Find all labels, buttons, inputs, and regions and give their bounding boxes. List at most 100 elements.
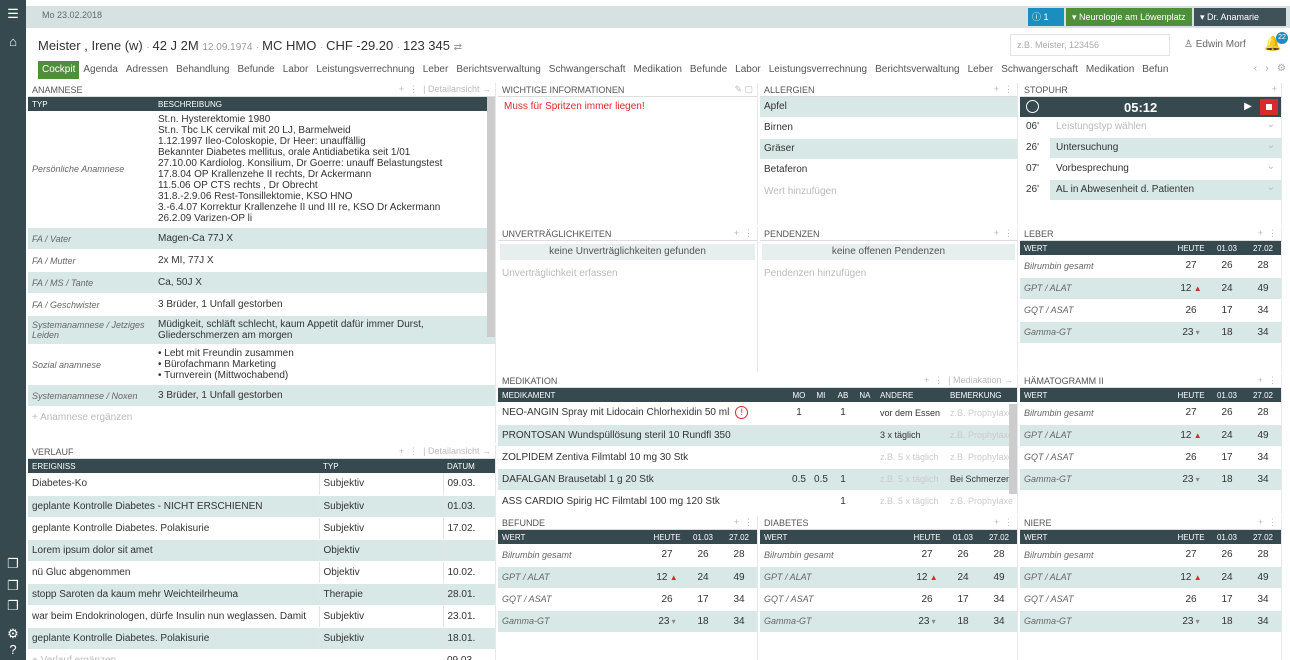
settings-icon[interactable]: ⚙ <box>5 626 21 642</box>
pendenzen-actions[interactable]: + ⋮ <box>994 228 1013 239</box>
anamnese-add[interactable]: + Anamnese ergänzen <box>28 407 495 428</box>
lab-row[interactable]: Gamma-GT 23 ▾ 18 34 <box>1020 610 1281 633</box>
verlauf-row[interactable]: war beim Endokrinologen, dürfe Insulin n… <box>28 605 495 628</box>
menu-icon[interactable]: ☰ <box>5 6 21 22</box>
window-2-icon[interactable]: ❐ <box>5 578 21 594</box>
verlauf-row[interactable]: geplante Kontrolle Diabetes. Polakisurie… <box>28 517 495 540</box>
pendenzen-add-input[interactable]: Pendenzen hinzufügen <box>760 263 1017 284</box>
lab-row[interactable]: GPT / ALAT 12 ▲ 24 49 <box>1020 277 1281 300</box>
allergy-item[interactable]: Betaferon <box>760 160 1017 181</box>
lab-row[interactable]: GQT / ASAT 26 17 34 <box>498 588 757 611</box>
stopwatch-row[interactable]: 26' AL in Abwesenheit d. Patienten <box>1020 180 1281 201</box>
lab-row[interactable]: GPT / ALAT 12 ▲ 24 49 <box>498 566 757 589</box>
allergy-item[interactable]: Birnen <box>760 118 1017 139</box>
window-1-icon[interactable]: ❐ <box>5 556 21 572</box>
medication-row[interactable]: PRONTOSAN Wundspüllösung steril 10 Rundf… <box>498 424 1017 447</box>
verlauf-detail-link[interactable]: Detailansicht <box>428 446 480 456</box>
lab-row[interactable]: Gamma-GT 23 ▾ 18 34 <box>498 610 757 633</box>
verlauf-row[interactable]: Lorem ipsum dolor sit amet Objektiv <box>28 539 495 562</box>
medikation-actions[interactable]: + ⋮ | Mediakation → <box>924 375 1013 386</box>
stopwatch-row[interactable]: 07' Vorbesprechung <box>1020 159 1281 180</box>
lab-row[interactable]: GQT / ASAT 26 17 34 <box>1020 299 1281 322</box>
patient-search-input[interactable]: z.B. Meister, 123456 <box>1010 34 1170 56</box>
tab-4[interactable]: Befunde <box>233 61 278 79</box>
diabetes-actions[interactable]: + ⋮ <box>994 517 1013 528</box>
window-3-icon[interactable]: ❐ <box>5 598 21 614</box>
tab-11[interactable]: Befunde <box>686 61 731 79</box>
tab-12[interactable]: Labor <box>731 61 765 79</box>
anamnese-scrollbar[interactable] <box>487 97 495 337</box>
lab-row[interactable]: GQT / ASAT 26 17 34 <box>760 588 1017 611</box>
anamnese-row[interactable]: Sozial anamnese • Lebt mit Freundin zusam… <box>28 344 495 385</box>
anamnese-row[interactable]: Systemanamnese / Noxen 3 Brüder, 1 Unfall… <box>28 384 495 407</box>
lab-row[interactable]: Gamma-GT 23 ▾ 18 34 <box>760 610 1017 633</box>
lab-row[interactable]: GPT / ALAT 12 ▲ 24 49 <box>760 566 1017 589</box>
lab-row[interactable]: Bilrumbin gesamt 27 26 28 <box>760 544 1017 567</box>
warning-icon[interactable]: ! <box>735 406 749 420</box>
stopuhr-add[interactable]: + <box>1272 84 1277 94</box>
help-icon[interactable]: ? <box>5 642 21 658</box>
tab-2[interactable]: Adressen <box>122 61 172 79</box>
allergy-item[interactable]: Apfel <box>760 97 1017 118</box>
stopwatch-type-select[interactable]: AL in Abwesenheit d. Patienten <box>1050 180 1281 200</box>
anamnese-row[interactable]: FA / Vater Magen-Ca 77J X <box>28 227 495 250</box>
home-icon[interactable]: ⌂ <box>5 34 21 50</box>
tab-13[interactable]: Leistungsverrechnung <box>765 61 871 79</box>
tab-7[interactable]: Leber <box>419 61 453 79</box>
edit-icon[interactable]: ✎ ▢ <box>734 84 753 95</box>
tab-17[interactable]: Medikation <box>1082 61 1138 79</box>
wichtig-text[interactable]: Muss für Spritzen immer liegen! <box>498 97 757 116</box>
medication-row[interactable]: DAFALGAN Brausetabl 1 g 20 Stk 0.5 0.5 1 z.B… <box>498 468 1017 491</box>
anamnese-row[interactable]: Systemanamnese / Jetziges Leiden Müdigkei… <box>28 315 495 345</box>
medikation-detail-link[interactable]: Mediakation <box>953 375 1002 385</box>
haema-actions[interactable]: + ⋮ <box>1258 375 1277 386</box>
lab-row[interactable]: Bilrumbin gesamt 27 26 28 <box>1020 402 1281 425</box>
verlauf-add-row[interactable]: + Verlauf ergänzen 09.03. <box>28 649 495 660</box>
play-icon[interactable]: ▶ <box>1239 99 1257 115</box>
tab-8[interactable]: Berichtsverwaltung <box>452 61 544 79</box>
stopwatch-row[interactable]: 06' Leistungstyp wählen <box>1020 117 1281 138</box>
tab-14[interactable]: Berichtsverwaltung <box>871 61 963 79</box>
unvertr-add-input[interactable]: Unverträglichkeit erfassen <box>498 263 757 284</box>
stopwatch-type-select[interactable]: Vorbesprechung <box>1050 159 1281 179</box>
verlauf-add[interactable]: + Verlauf ergänzen <box>28 649 319 660</box>
verlauf-actions[interactable]: + ⋮ | Detailansicht → <box>399 446 491 457</box>
lab-row[interactable]: Gamma-GT 23 ▾ 18 34 <box>1020 468 1281 491</box>
doctor-selector[interactable]: ▾ Dr. Anamarie Meier <box>1194 8 1286 40</box>
lab-row[interactable]: GPT / ALAT 12 ▲ 24 49 <box>1020 424 1281 447</box>
stopwatch-type-select[interactable]: Leistungstyp wählen <box>1050 117 1281 137</box>
tab-6[interactable]: Leistungsverrechnung <box>312 61 418 79</box>
allergy-item[interactable]: Gräser <box>760 139 1017 160</box>
anamnese-row[interactable]: FA / Mutter 2x MI, 77J X <box>28 249 495 272</box>
anamnese-row[interactable]: Persönliche Anamnese St.n. Hysterektomie … <box>28 111 495 228</box>
lab-row[interactable]: Bilrumbin gesamt 27 26 28 <box>1020 255 1281 278</box>
tab-0[interactable]: Cockpit <box>38 61 80 79</box>
user-menu[interactable]: ♙ Edwin Morf <box>1184 39 1246 50</box>
tab-16[interactable]: Schwangerschaft <box>997 61 1082 79</box>
leber-actions[interactable]: + ⋮ <box>1258 228 1277 239</box>
allergien-actions[interactable]: + ⋮ <box>994 84 1013 95</box>
stop-icon[interactable] <box>1260 99 1278 115</box>
tab-9[interactable]: Schwangerschaft <box>545 61 630 79</box>
medication-row[interactable]: ASS CARDIO Spirig HC Filmtabl 100 mg 120… <box>498 490 1017 513</box>
lab-row[interactable]: Bilrumbin gesamt 27 26 28 <box>498 544 757 567</box>
tab-15[interactable]: Leber <box>964 61 998 79</box>
info-button[interactable]: ⓘ 1 <box>1028 8 1064 26</box>
swap-icon[interactable]: ⇄ <box>454 42 462 53</box>
lab-row[interactable]: GQT / ASAT 26 17 34 <box>1020 446 1281 469</box>
medikation-scrollbar[interactable] <box>1009 404 1017 494</box>
medication-row[interactable]: NEO-ANGIN Spray mit Lidocain Chlorhexidi… <box>498 402 1017 425</box>
tab-3[interactable]: Behandlung <box>172 61 233 79</box>
verlauf-row[interactable]: stopp Saroten da kaum mehr Weichteilrheu… <box>28 583 495 606</box>
pendenzen-empty-button[interactable]: keine offenen Pendenzen <box>762 244 1015 260</box>
verlauf-row[interactable]: geplante Kontrolle Diabetes. Polakisurie… <box>28 627 495 650</box>
unvertr-actions[interactable]: + ⋮ <box>734 228 753 239</box>
anamnese-row[interactable]: FA / Geschwister 3 Brüder, 1 Unfall gesto… <box>28 293 495 316</box>
tab-5[interactable]: Labor <box>279 61 313 79</box>
tab-1[interactable]: Agenda <box>79 61 121 79</box>
lab-row[interactable]: Bilrumbin gesamt 27 26 28 <box>1020 544 1281 567</box>
lab-row[interactable]: GPT / ALAT 12 ▲ 24 49 <box>1020 566 1281 589</box>
verlauf-row[interactable]: geplante Kontrolle Diabetes - NICHT ERSC… <box>28 495 495 518</box>
allergien-add-input[interactable]: Wert hinzufügen <box>760 181 1017 202</box>
tab-10[interactable]: Medikation <box>630 61 686 79</box>
